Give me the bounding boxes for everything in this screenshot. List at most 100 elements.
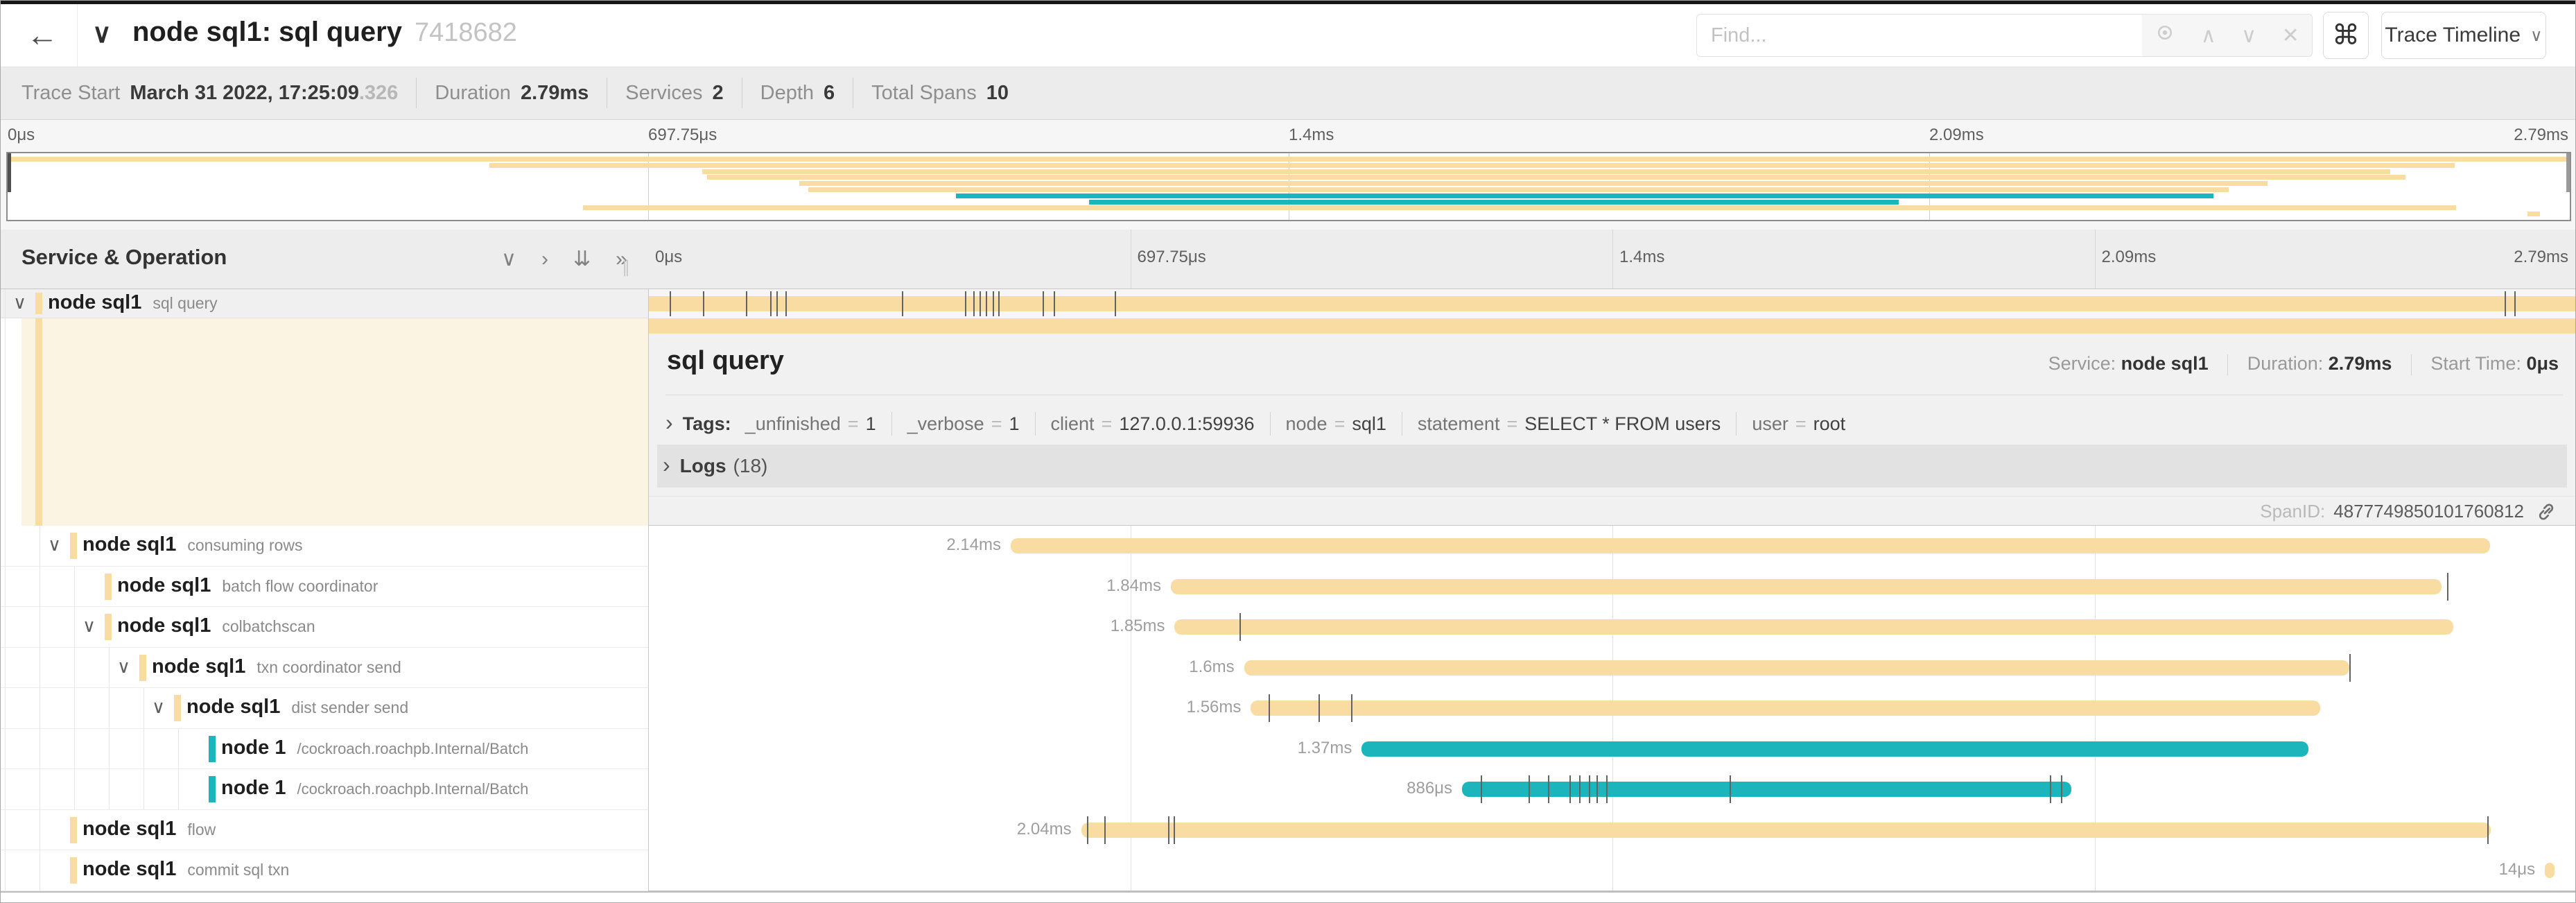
expand-chevron-icon[interactable]: ∨	[48, 534, 61, 556]
timeline-row: 1.56ms	[648, 688, 2576, 729]
equals-sign: =	[1506, 413, 1517, 434]
duration-label: 1.84ms	[1106, 576, 1161, 596]
tree-row[interactable]: node 1/cockroach.roachpb.Internal/Batch	[1, 729, 648, 770]
tree-row[interactable]: node 1/cockroach.roachpb.Internal/Batch	[1, 769, 648, 810]
tag-key: _verbose	[907, 413, 984, 434]
find-prev-icon[interactable]: ∧	[2201, 24, 2216, 48]
minimap-span-strip	[1089, 200, 1899, 205]
equals-sign: =	[1334, 413, 1346, 434]
span-bar[interactable]	[1011, 538, 2490, 553]
summary-label: Trace Start	[21, 82, 120, 104]
span-name-labels: node 1/cockroach.roachpb.Internal/Batch	[221, 737, 528, 759]
header-separator	[77, 4, 78, 67]
span-bar[interactable]	[1171, 579, 2442, 594]
service-name: node sql1	[152, 655, 245, 678]
span-bar[interactable]	[1244, 660, 2349, 676]
tree-row[interactable]: ∨node sql1sql query	[1, 289, 648, 318]
span-bar[interactable]	[2545, 863, 2555, 878]
operation-name: sql query	[153, 294, 217, 312]
tree-row[interactable]: ∨ node sql1txn coordinator send	[1, 648, 648, 689]
span-bar[interactable]	[1251, 700, 2320, 716]
summary-items: Trace StartMarch 31 2022, 17:25:09.326Du…	[21, 78, 1009, 108]
collapse-one-icon[interactable]: ›	[541, 248, 548, 271]
minimap-canvas[interactable]	[6, 152, 2571, 221]
summary-value: March 31 2022, 17:25:09	[130, 82, 359, 104]
service-name: node 1	[221, 777, 286, 799]
find-input[interactable]	[1696, 14, 2143, 57]
column-divider[interactable]	[648, 230, 649, 891]
keyboard-shortcuts-button[interactable]: ⌘	[2323, 12, 2369, 59]
trace-summary-bar: Trace StartMarch 31 2022, 17:25:09.326Du…	[1, 67, 2575, 120]
tree-guide-line	[5, 567, 6, 607]
minimap-ruler-label: 2.09ms	[1929, 126, 1984, 145]
minimap-left-scrubber[interactable]	[8, 153, 11, 192]
span-detail-panel: sql query Service: node sql1 Duration: 2…	[649, 318, 2576, 526]
view-selector-label: Trace Timeline	[2385, 24, 2521, 47]
log-marker-tick	[1548, 775, 1549, 803]
log-marker-tick	[1319, 694, 1320, 722]
span-bar[interactable]	[1174, 619, 2453, 635]
tags-accordion[interactable]: › Tags: _unfinished=1_verbose=1client=12…	[660, 406, 2563, 442]
log-marker-tick	[980, 291, 981, 316]
minimap-span-strip	[8, 157, 2570, 162]
span-id-value: 4877749850101760812	[2333, 501, 2524, 522]
start-time-label: Start Time:	[2430, 353, 2521, 374]
find-clear-icon[interactable]: ✕	[2282, 24, 2299, 48]
locate-icon[interactable]	[2155, 22, 2175, 49]
service-value: node sql1	[2121, 353, 2209, 374]
span-name-labels: node sql1txn coordinator send	[152, 655, 401, 678]
tree-row[interactable]: ∨node sql1colbatchscan	[1, 607, 648, 648]
duration-label: 2.04ms	[1017, 820, 1072, 839]
duration-label: 1.37ms	[1298, 739, 1352, 758]
trace-timeline-page: ← ∨ node sql1: sql query7418682 ∧ ∨ ✕ ⌘ …	[0, 0, 2576, 903]
log-marker-tick	[2061, 775, 2062, 803]
deep-link-icon[interactable]	[2535, 501, 2557, 523]
equals-sign: =	[1102, 413, 1113, 434]
minimap-right-scrubber[interactable]	[2566, 153, 2570, 192]
service-name: node sql1	[117, 574, 211, 596]
expand-chevron-icon[interactable]: ∨	[152, 696, 165, 718]
operation-name: /cockroach.roachpb.Internal/Batch	[297, 780, 528, 798]
minimap-span-strip	[707, 175, 2405, 180]
detail-row-left-fill	[21, 318, 648, 526]
tree-row[interactable]: node sql1batch flow coordinator	[1, 567, 648, 608]
summary-item: Duration2.79ms	[435, 82, 589, 105]
tree-row[interactable]: ∨node sql1consuming rows	[1, 526, 648, 567]
tree-guide-line	[74, 729, 75, 769]
tree-row[interactable]: node sql1flow	[1, 810, 648, 851]
tag-item: _unfinished=1	[745, 413, 876, 435]
summary-label: Services	[625, 82, 702, 104]
tree-guide-line	[109, 688, 110, 728]
span-bar[interactable]	[1361, 741, 2308, 757]
expand-chevron-icon[interactable]: ∨	[82, 615, 96, 637]
span-color-accent	[105, 574, 112, 600]
timeline-row: 1.37ms	[648, 729, 2576, 770]
tag-value: root	[1813, 413, 1846, 434]
collapse-all-icon[interactable]: ∨	[501, 247, 516, 271]
log-marker-tick	[2505, 291, 2506, 316]
log-marker-tick	[1174, 816, 1175, 844]
log-marker-tick	[1104, 816, 1106, 844]
find-next-icon[interactable]: ∨	[2241, 24, 2256, 48]
summary-value: 2.79ms	[521, 82, 589, 104]
tag-key: _unfinished	[745, 413, 841, 434]
tree-row[interactable]: node sql1commit sql txn	[1, 850, 648, 891]
timeline-row	[648, 289, 2576, 318]
column-resizer-handle[interactable]: ∥	[622, 257, 629, 277]
collapse-all-icon[interactable]: ∨	[92, 18, 112, 49]
equals-sign: =	[848, 413, 859, 434]
back-button[interactable]: ←	[20, 12, 64, 57]
log-marker-tick	[776, 291, 778, 316]
expand-chevron-icon[interactable]: ∨	[117, 656, 130, 678]
span-color-accent	[174, 695, 181, 721]
logs-accordion[interactable]: › Logs (18)	[657, 445, 2567, 488]
view-selector-button[interactable]: Trace Timeline ∨	[2381, 12, 2546, 59]
expand-chevron-icon[interactable]: ∨	[13, 292, 26, 313]
span-bar[interactable]	[1081, 823, 2491, 838]
expand-all-icon[interactable]: ⇊	[573, 247, 591, 271]
span-bar[interactable]	[648, 296, 2576, 311]
minimap-ruler-label: 0μs	[8, 126, 35, 145]
span-bar[interactable]	[1462, 782, 2071, 797]
tree-guide-line	[5, 850, 6, 891]
tree-row[interactable]: ∨node sql1dist sender send	[1, 688, 648, 729]
